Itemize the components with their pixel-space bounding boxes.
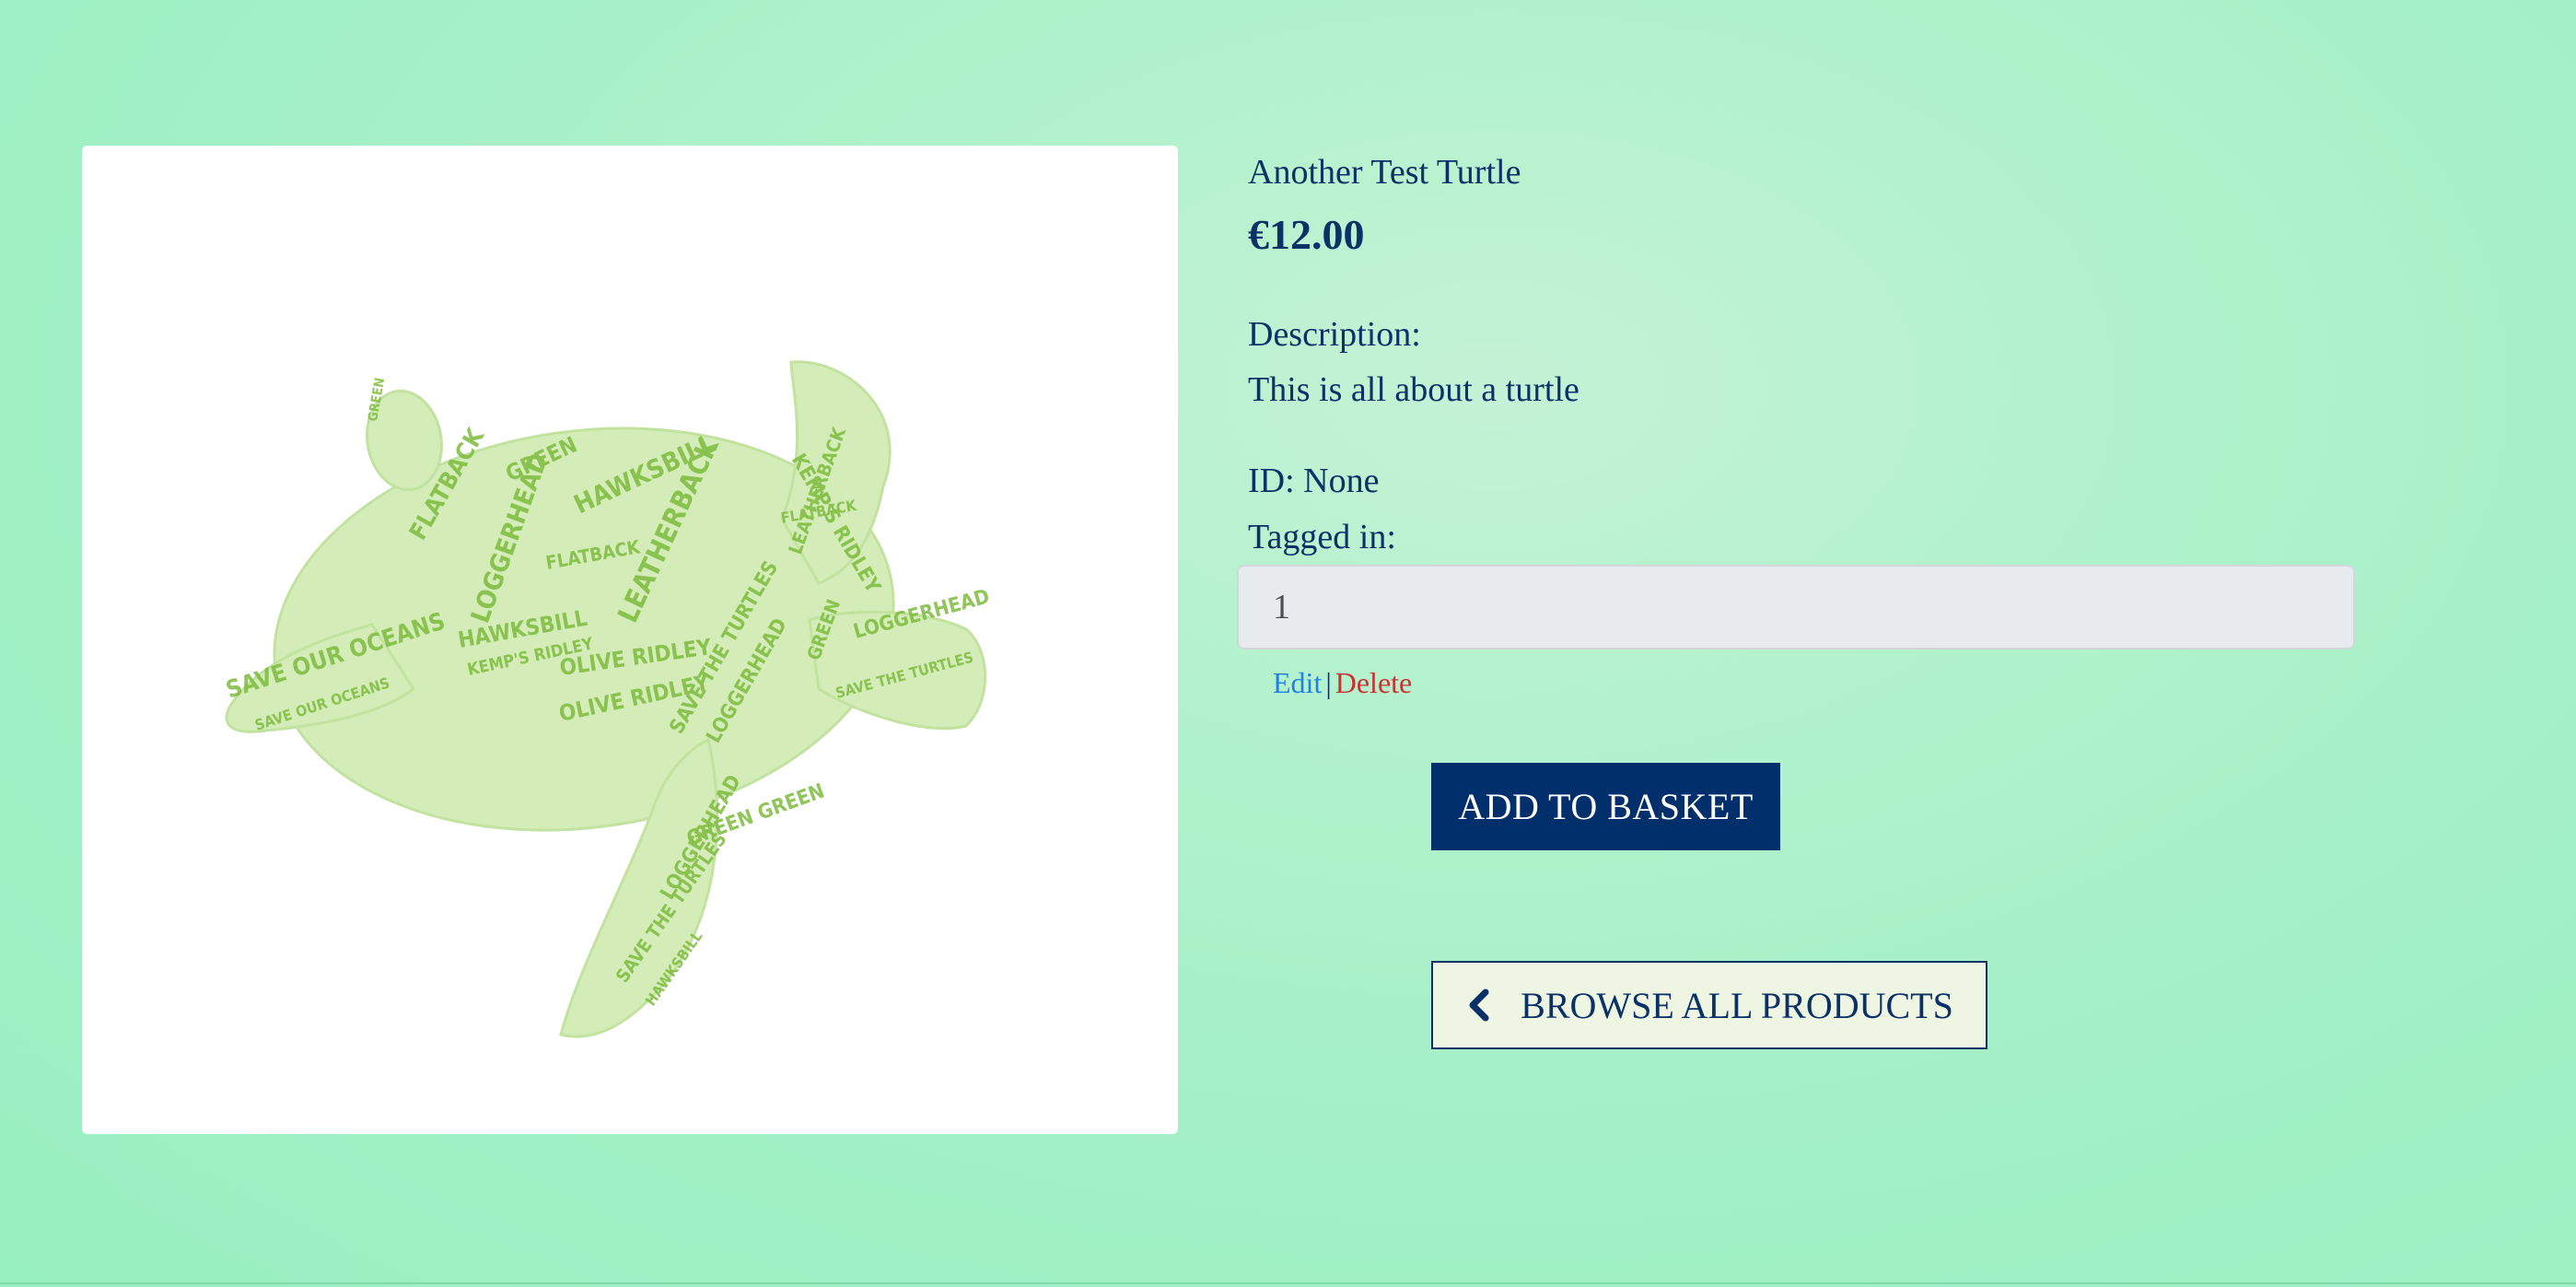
tag-field[interactable]	[1237, 565, 2355, 649]
product-image: SAVE OUR OCEANS SAVE OUR OCEANS FLATBACK…	[82, 146, 1178, 1134]
product-details: Another Test Turtle €12.00 Description: …	[1237, 0, 2445, 1198]
chevron-left-icon	[1469, 989, 1489, 1022]
admin-links: Edit | Delete	[1273, 663, 1412, 702]
product-price: €12.00	[1248, 211, 1365, 258]
product-name: Another Test Turtle	[1248, 153, 1521, 192]
edit-link[interactable]: Edit	[1273, 666, 1322, 699]
browse-all-products-button[interactable]: BROWSE ALL PRODUCTS	[1431, 961, 1987, 1049]
description-label: Description:	[1248, 315, 1421, 354]
add-to-basket-button[interactable]: ADD TO BASKET	[1431, 763, 1780, 850]
footer-divider	[0, 1282, 2576, 1284]
description-text: This is all about a turtle	[1248, 370, 1579, 409]
browse-all-products-label: BROWSE ALL PRODUCTS	[1521, 984, 1953, 1026]
product-id: ID: None	[1248, 462, 1380, 500]
delete-link[interactable]: Delete	[1335, 666, 1413, 699]
link-separator: |	[1325, 666, 1332, 699]
tagged-in-label: Tagged in:	[1248, 518, 1396, 556]
turtle-word-cloud-image: SAVE OUR OCEANS SAVE OUR OCEANS FLATBACK…	[223, 360, 992, 1038]
